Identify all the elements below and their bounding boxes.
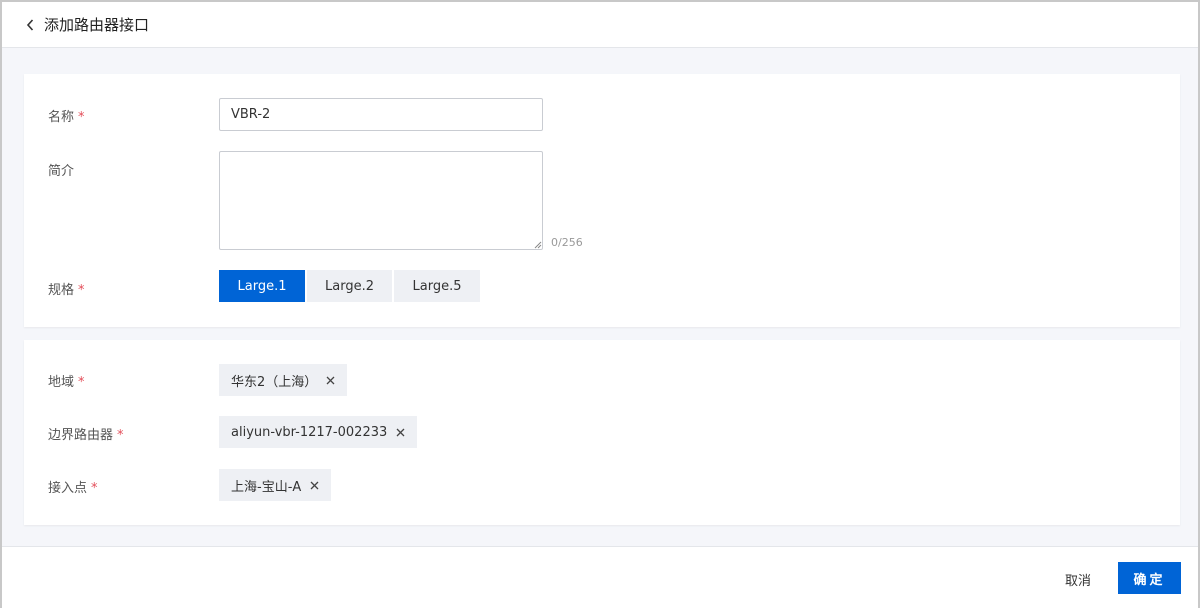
cancel-button[interactable]: 取消 — [1050, 563, 1106, 595]
region-tag-text: 华东2（上海） — [231, 374, 318, 390]
close-icon[interactable] — [309, 480, 319, 490]
border-router-tag-text: aliyun-vbr-1217-002233 — [231, 424, 388, 440]
name-input[interactable] — [219, 98, 543, 131]
confirm-button[interactable]: 确定 — [1118, 562, 1181, 594]
region-tag: 华东2（上海） — [219, 364, 348, 396]
char-counter: 0/256 — [551, 236, 583, 249]
description-textarea[interactable] — [219, 151, 543, 250]
access-point-tag-text: 上海-宝山-A — [231, 479, 302, 495]
location-card: 地域 * 华东2（上海） 边界路由器 * aliyun-vbr-1217-00223… — [24, 340, 1180, 525]
border-router-label: 边界路由器 * — [48, 428, 124, 443]
dialog-frame: 添加路由器接口 名称* 简介 0/256 规格* Large.1 Large.2… — [0, 0, 1200, 608]
access-point-label: 接入点 * — [48, 481, 98, 496]
resize-handle-icon[interactable] — [532, 238, 542, 249]
basic-info-card: 名称* 简介 0/256 规格* Large.1 Large.2 Large.5 — [24, 74, 1180, 327]
close-icon[interactable] — [395, 427, 405, 437]
chevron-left-icon[interactable] — [26, 18, 38, 32]
close-icon[interactable] — [325, 375, 335, 385]
region-label: 地域 * — [48, 375, 85, 390]
spec-selector: Large.1 Large.2 Large.5 — [219, 270, 482, 302]
spec-option-large1[interactable]: Large.1 — [219, 270, 305, 302]
border-router-tag: aliyun-vbr-1217-002233 — [219, 416, 418, 448]
spec-label: 规格 * — [48, 283, 85, 298]
page-title: 添加路由器接口 — [44, 16, 150, 34]
page-header: 添加路由器接口 — [2, 2, 1198, 48]
description-label: 简介 — [48, 164, 75, 179]
name-label: 名称 * — [48, 110, 85, 125]
footer-bar: 取消 确定 — [2, 546, 1198, 608]
spec-option-large5[interactable]: Large.5 — [394, 270, 480, 302]
spec-option-large2[interactable]: Large.2 — [307, 270, 392, 302]
access-point-tag: 上海-宝山-A — [219, 469, 332, 501]
